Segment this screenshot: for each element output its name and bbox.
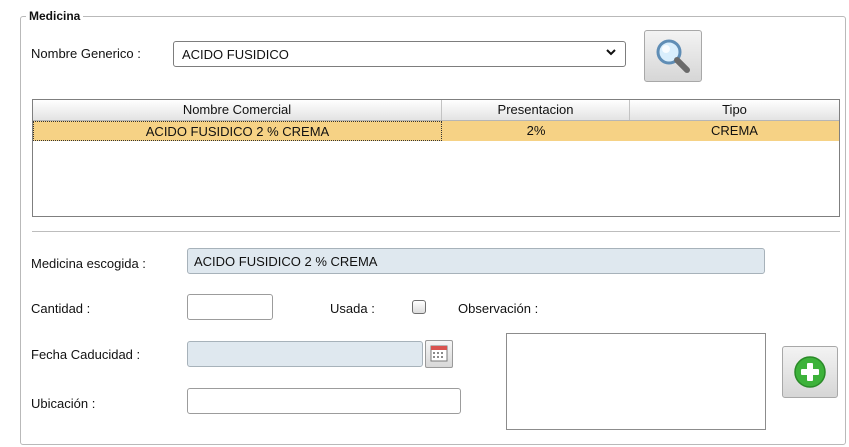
table-header: Nombre Comercial Presentacion Tipo <box>33 100 839 121</box>
usada-checkbox[interactable] <box>412 300 426 314</box>
generic-name-value: ACIDO FUSIDICO <box>182 47 289 62</box>
generic-name-select[interactable]: ACIDO FUSIDICO <box>173 41 626 67</box>
medicine-table: Nombre Comercial Presentacion Tipo ACIDO… <box>32 99 840 217</box>
group-title: Medicina <box>26 9 84 23</box>
cell-tipo: CREMA <box>711 123 758 138</box>
medicina-escogida-value: ACIDO FUSIDICO 2 % CREMA <box>194 254 378 269</box>
usada-label: Usada : <box>330 301 375 316</box>
medicina-escogida-label: Medicina escogida : <box>31 256 146 271</box>
generic-name-label: Nombre Generico : <box>31 46 141 61</box>
search-button[interactable] <box>644 30 702 82</box>
fecha-caducidad-label: Fecha Caducidad : <box>31 347 141 362</box>
table-row[interactable]: ACIDO FUSIDICO 2 % CREMA 2% CREMA <box>33 121 839 141</box>
cell-nombre-comercial: ACIDO FUSIDICO 2 % CREMA <box>33 121 442 141</box>
ubicacion-input[interactable] <box>187 388 461 414</box>
column-header-presentacion[interactable]: Presentacion <box>442 100 630 120</box>
magnifier-icon <box>656 39 690 73</box>
chevron-down-icon[interactable] <box>605 46 617 61</box>
add-button[interactable] <box>782 346 838 398</box>
calendar-icon <box>430 345 448 362</box>
medicina-escogida-field[interactable]: ACIDO FUSIDICO 2 % CREMA <box>187 248 765 274</box>
cantidad-input[interactable] <box>187 294 273 320</box>
cell-presentacion: 2% <box>526 123 546 138</box>
observacion-label: Observación : <box>458 301 539 316</box>
cantidad-label: Cantidad : <box>31 301 91 316</box>
observacion-textarea[interactable] <box>506 333 766 430</box>
divider <box>32 231 840 232</box>
column-header-nombre-comercial[interactable]: Nombre Comercial <box>33 100 442 120</box>
fecha-caducidad-field[interactable] <box>187 341 423 367</box>
calendar-button[interactable] <box>425 340 453 368</box>
column-header-tipo[interactable]: Tipo <box>630 100 839 120</box>
ubicacion-label: Ubicación : <box>31 396 96 411</box>
plus-circle-icon <box>794 356 826 388</box>
